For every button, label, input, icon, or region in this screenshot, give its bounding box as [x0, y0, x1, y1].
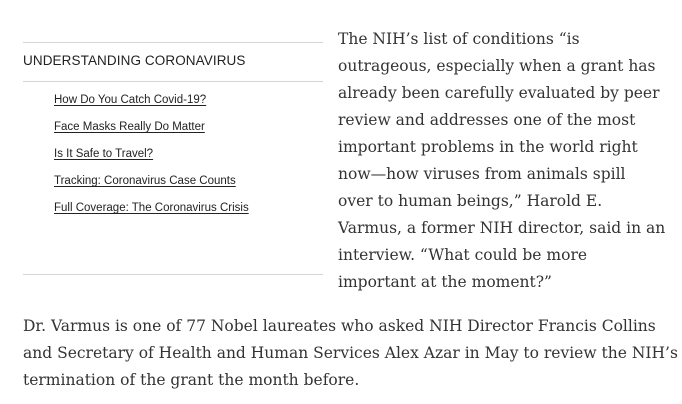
- link-how-do-you-catch-covid[interactable]: How Do You Catch Covid-19?: [54, 94, 206, 106]
- sidebar-list-item: How Do You Catch Covid-19?: [54, 92, 249, 119]
- link-face-masks[interactable]: Face Masks Really Do Matter: [54, 121, 205, 133]
- paragraph-line: and Secretary of Health and Human Servic…: [23, 344, 678, 362]
- paragraph-line: important at the moment?”: [338, 273, 552, 291]
- sidebar-list-item: Face Masks Really Do Matter: [54, 119, 249, 146]
- paragraph-line: now—how viruses from animals spill: [338, 165, 626, 183]
- paragraph-line: Dr. Varmus is one of 77 Nobel laureates …: [23, 317, 656, 335]
- link-full-coverage[interactable]: Full Coverage: The Coronavirus Crisis: [54, 202, 249, 214]
- paragraph-line: termination of the grant the month befor…: [23, 371, 360, 389]
- paragraph-line: The NIH’s list of conditions “is: [338, 30, 580, 48]
- sidebar-link-list: How Do You Catch Covid-19? Face Masks Re…: [54, 92, 249, 227]
- paragraph-line: important problems in the world right: [338, 138, 638, 156]
- paragraph-line: over to human beings,” Harold E.: [338, 192, 603, 210]
- paragraph-line: Varmus, a former NIH director, said in a…: [338, 219, 666, 237]
- sidebar-list-item: Is It Safe to Travel?: [54, 146, 249, 173]
- coronavirus-sidebar: UNDERSTANDING CORONAVIRUS How Do You Cat…: [23, 42, 323, 275]
- paragraph-line: review and addresses one of the most: [338, 111, 636, 129]
- paragraph-line: outrageous, especially when a grant has: [338, 57, 656, 75]
- paragraph-line: already been carefully evaluated by peer: [338, 84, 660, 102]
- link-safe-to-travel[interactable]: Is It Safe to Travel?: [54, 148, 153, 160]
- paragraph-line: interview. “What could be more: [338, 246, 588, 264]
- sidebar-divider: [23, 81, 323, 82]
- sidebar-list-item: Tracking: Coronavirus Case Counts: [54, 173, 249, 200]
- quote-paragraph: The NIH’s list of conditions “is outrage…: [338, 26, 668, 296]
- sidebar-heading: UNDERSTANDING CORONAVIRUS: [23, 53, 246, 68]
- sidebar-list-item: Full Coverage: The Coronavirus Crisis: [54, 200, 249, 227]
- link-case-counts[interactable]: Tracking: Coronavirus Case Counts: [54, 175, 236, 187]
- varmus-paragraph: Dr. Varmus is one of 77 Nobel laureates …: [23, 313, 678, 394]
